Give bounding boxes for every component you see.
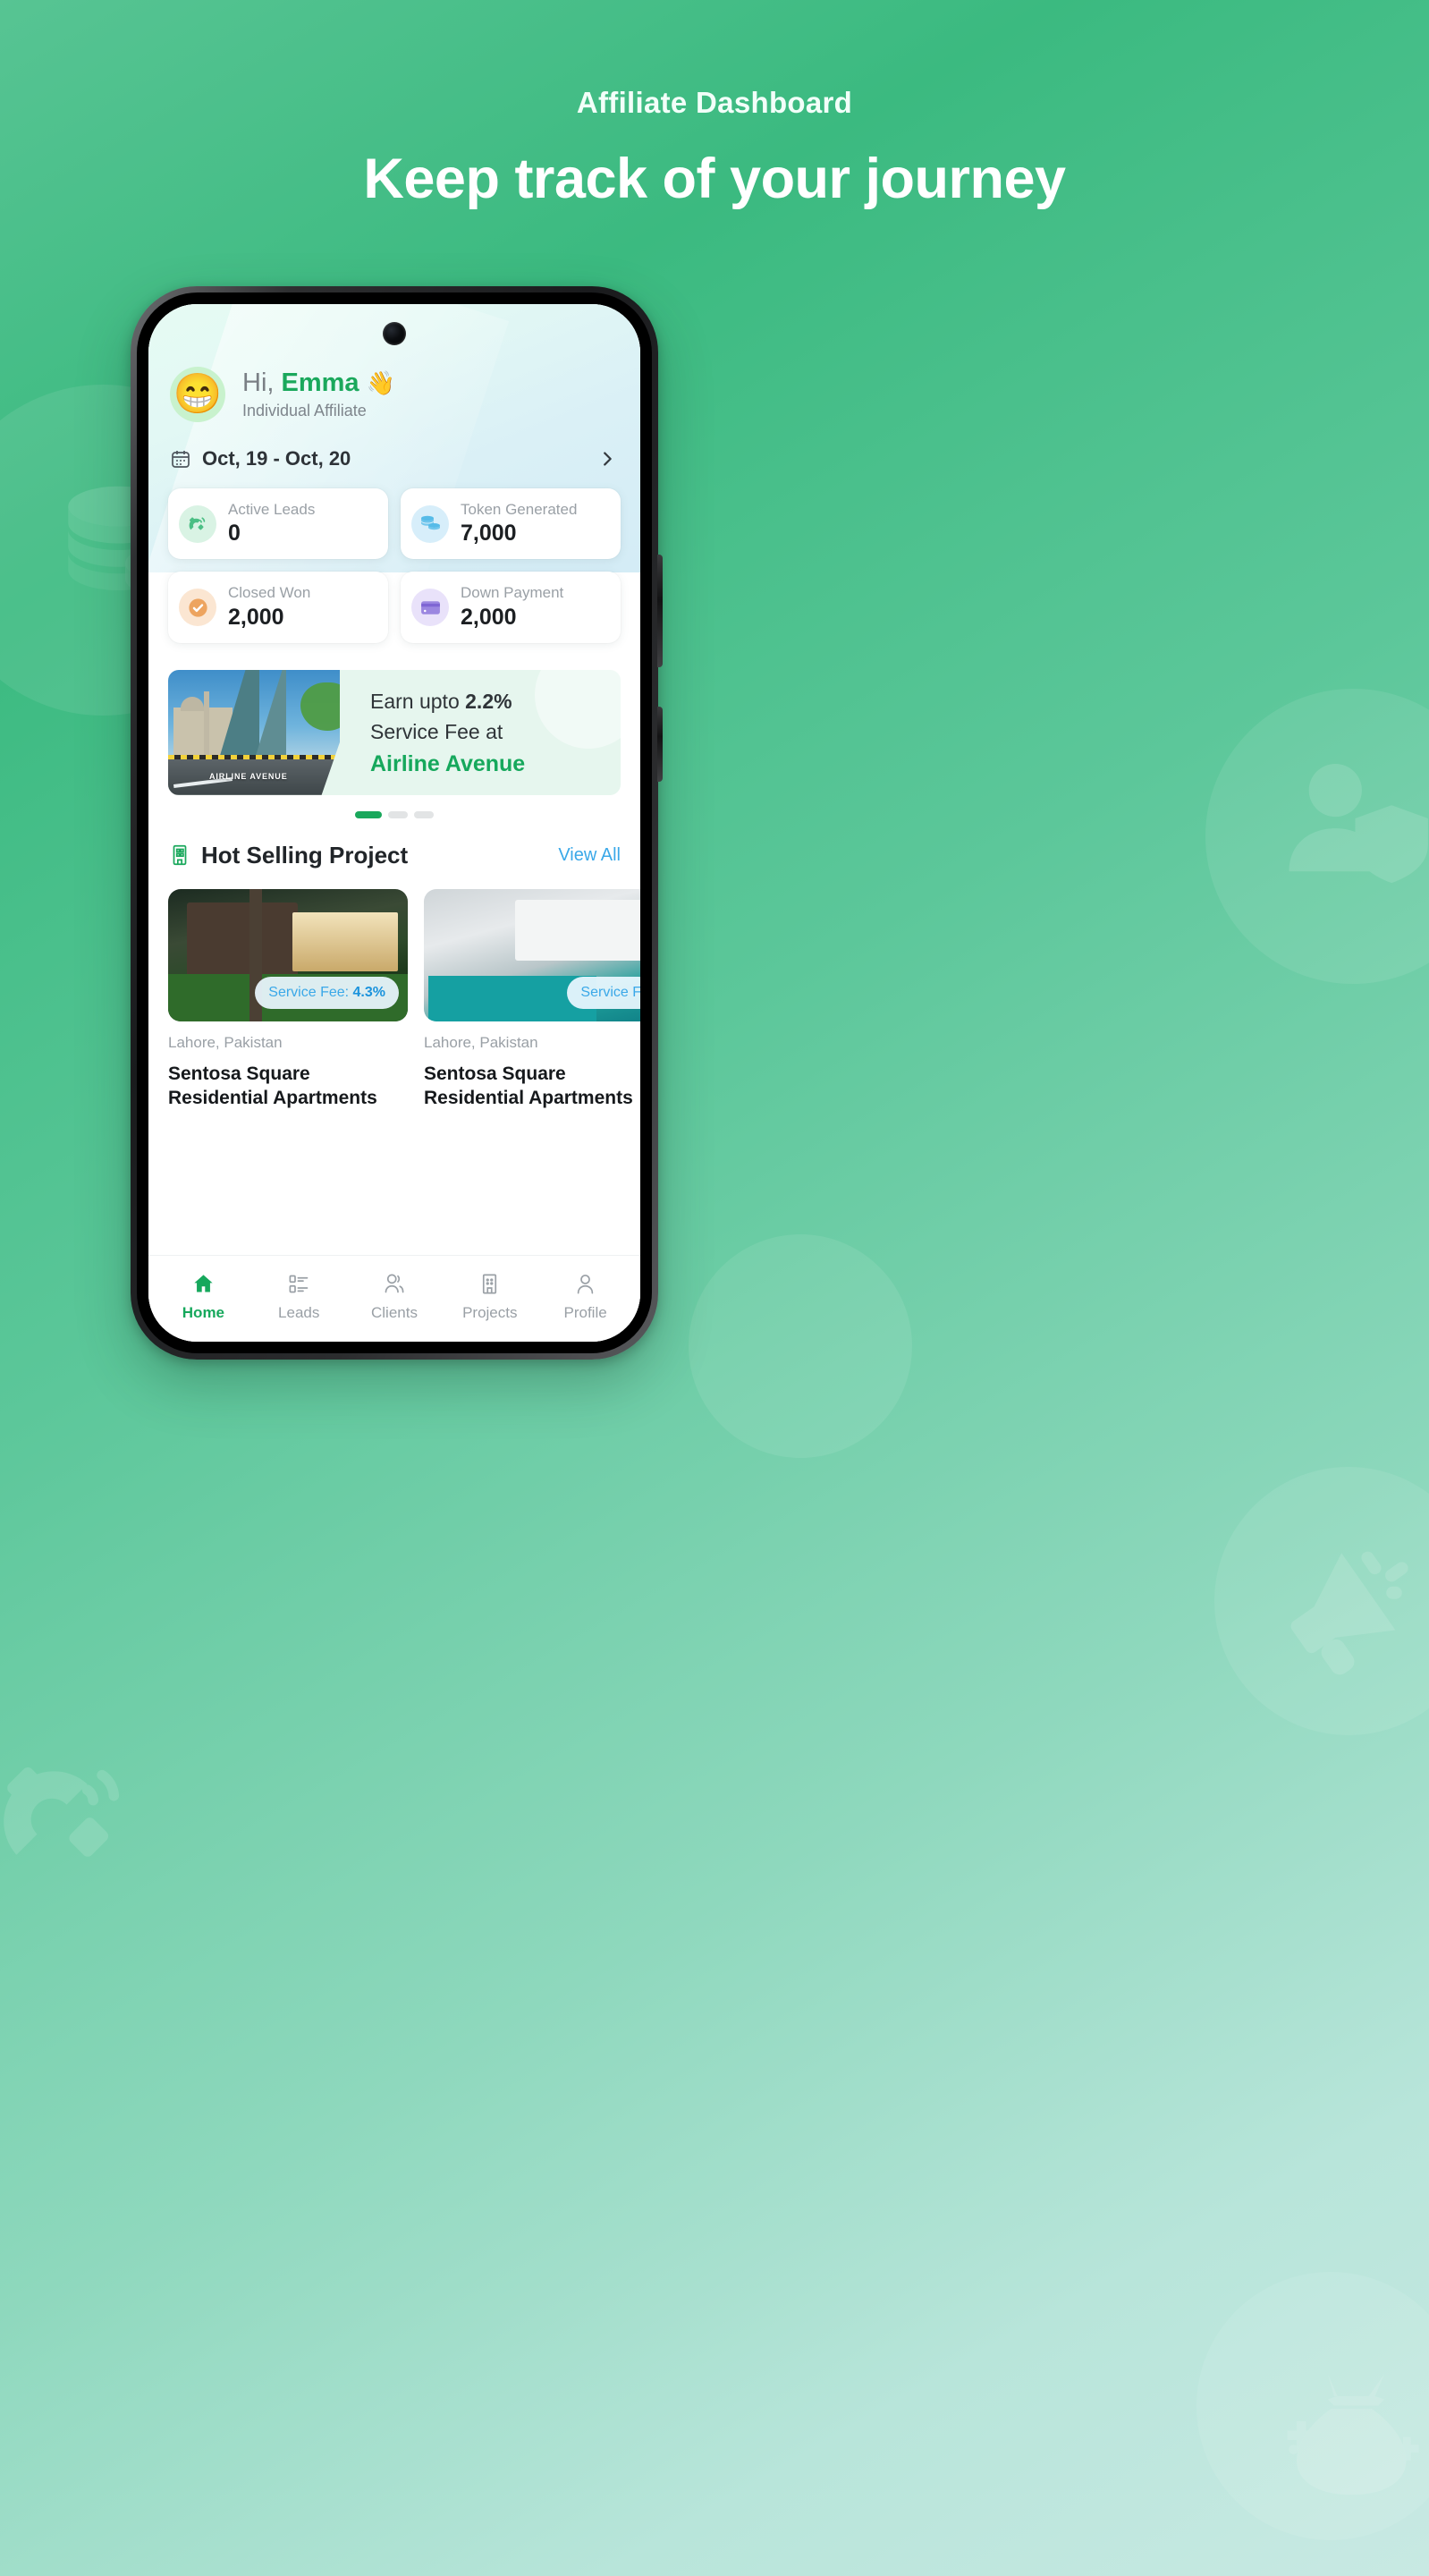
date-range-selector[interactable]: Oct, 19 - Oct, 20 (148, 422, 640, 470)
greeting-block: Hi, Emma 👋 Individual Affiliate (242, 369, 395, 419)
stat-label: Closed Won (228, 584, 311, 602)
fee-label: Service F (580, 984, 640, 1000)
nav-label: Leads (278, 1304, 320, 1321)
list-icon (289, 1275, 309, 1293)
view-all-link[interactable]: View All (558, 845, 621, 866)
eyebrow-text: Affiliate Dashboard (576, 86, 853, 119)
promo-rate-value: 2.2% (465, 690, 512, 714)
nav-item-leads[interactable]: Leads (251, 1272, 347, 1322)
promo-image-logo: AIRLINE AVENUE (209, 771, 288, 781)
carousel-indicators[interactable] (148, 810, 640, 818)
user-name: Emma (281, 369, 359, 398)
project-location: Lahore, Pakistan (168, 1033, 283, 1051)
stat-value: 2,000 (228, 604, 284, 630)
megaphone-watermark-icon (1290, 1551, 1408, 1675)
app-scroll-area[interactable]: 😁 Hi, Emma 👋 Individual Affiliate Oct, 1… (148, 304, 640, 1255)
greeting-line: Hi, Emma 👋 (242, 369, 395, 397)
bottom-navigation: Home Leads Clients Projects Profile (148, 1255, 640, 1342)
promo-banner-card[interactable]: AIRLINE AVENUE Earn upto 2.2% Service Fe… (168, 669, 621, 795)
hot-selling-section-header: Hot Selling Project View All (148, 818, 640, 869)
home-icon (194, 1275, 213, 1292)
avatar[interactable]: 😁 (170, 367, 225, 422)
stat-label: Down Payment (461, 584, 564, 602)
phone-mockup: 😁 Hi, Emma 👋 Individual Affiliate Oct, 1… (131, 286, 663, 1360)
building-icon (483, 1274, 497, 1294)
magnet-watermark-icon (4, 1767, 120, 1857)
service-fee-badge: Service Fee: 4.3% (255, 976, 399, 1009)
promo-line-2: Service Fee at (370, 719, 503, 743)
nav-item-profile[interactable]: Profile (537, 1272, 633, 1322)
decor-blob-bottom-right (1196, 2272, 1429, 2540)
project-image: Service F (424, 888, 640, 1021)
carousel-dot-2[interactable] (388, 810, 408, 818)
greeting-prefix: Hi, (242, 369, 282, 398)
promo-line1-prefix: Earn upto (370, 690, 466, 714)
avatar-emoji: 😁 (173, 372, 223, 416)
promo-banner-image: AIRLINE AVENUE (168, 669, 340, 795)
check-circle-icon (179, 589, 216, 627)
nav-item-projects[interactable]: Projects (442, 1272, 537, 1322)
front-camera-icon (383, 322, 406, 345)
project-card[interactable]: Service Fee: 4.3% Lahore, Pakistan Sento… (168, 888, 408, 1111)
chevron-right-icon[interactable] (597, 449, 617, 469)
stat-label: Token Generated (461, 501, 578, 518)
phone-screen: 😁 Hi, Emma 👋 Individual Affiliate Oct, 1… (148, 304, 640, 1342)
decor-blob-right-mid (1214, 1467, 1429, 1735)
stat-card-active-leads[interactable]: Active Leads 0 (168, 488, 388, 560)
project-image: Service Fee: 4.3% (168, 888, 408, 1021)
app-root: 😁 Hi, Emma 👋 Individual Affiliate Oct, 1… (148, 304, 640, 1342)
project-card[interactable]: Service F Lahore, Pakistan Sentosa Squar… (424, 888, 640, 1111)
stat-text: Token Generated 7,000 (461, 501, 577, 547)
nav-label: Clients (371, 1304, 418, 1321)
nav-label: Profile (563, 1304, 607, 1321)
coins-icon (411, 504, 449, 543)
person-icon (577, 1275, 594, 1294)
stat-card-down-payment[interactable]: Down Payment 2,000 (401, 572, 621, 643)
magnet-icon (179, 504, 216, 543)
stat-card-closed-won[interactable]: Closed Won 2,000 (168, 572, 388, 643)
stat-text: Closed Won 2,000 (228, 584, 310, 630)
stat-text: Down Payment 2,000 (461, 584, 563, 630)
project-location: Lahore, Pakistan (424, 1033, 538, 1051)
nav-label: Home (182, 1304, 225, 1321)
nav-item-home[interactable]: Home (156, 1272, 251, 1322)
section-title: Hot Selling Project (201, 841, 409, 869)
decor-blob-center (689, 1234, 912, 1458)
project-name: Sentosa Square Residential Apartments (168, 1063, 377, 1109)
users-icon (385, 1274, 404, 1293)
stat-label: Active Leads (228, 501, 316, 518)
stat-value: 0 (228, 521, 241, 547)
service-fee-badge: Service F (567, 976, 640, 1009)
building-icon (173, 845, 187, 866)
phone-frame: 😁 Hi, Emma 👋 Individual Affiliate Oct, 1… (131, 286, 663, 1360)
stat-value: 7,000 (461, 521, 517, 547)
volume-button[interactable] (657, 555, 663, 667)
stat-card-token-generated[interactable]: Token Generated 7,000 (401, 488, 621, 560)
stats-grid: Active Leads 0 Token Generated 7,000 Clo… (148, 470, 640, 643)
promo-header: Affiliate Dashboard Keep track of your j… (0, 86, 1429, 211)
wave-emoji-icon: 👋 (366, 369, 395, 397)
carousel-dot-3[interactable] (414, 810, 434, 818)
calendar-icon (172, 451, 190, 468)
carousel-dot-1[interactable] (355, 810, 382, 818)
power-button[interactable] (657, 707, 663, 782)
page-title: Keep track of your journey (363, 148, 1066, 210)
project-name: Sentosa Square Residential Apartments (424, 1063, 633, 1109)
nav-item-clients[interactable]: Clients (347, 1272, 443, 1322)
credit-card-icon (411, 589, 449, 627)
fee-value: 4.3% (352, 984, 385, 1000)
promo-line-1: Earn upto 2.2% (370, 687, 621, 716)
decor-blob-right (1205, 689, 1429, 984)
nav-label: Projects (462, 1304, 518, 1321)
stat-text: Active Leads 0 (228, 501, 315, 547)
project-card-list[interactable]: Service Fee: 4.3% Lahore, Pakistan Sento… (148, 869, 640, 1111)
user-shield-watermark-icon (1289, 763, 1428, 884)
promo-project-name: Airline Avenue (370, 751, 526, 777)
user-role: Individual Affiliate (242, 401, 367, 419)
promo-banner-text: Earn upto 2.2% Service Fee at Airline Av… (340, 670, 621, 795)
fee-label: Service Fee: (268, 984, 353, 1000)
date-range-text: Oct, 19 - Oct, 20 (202, 447, 351, 470)
stat-value: 2,000 (461, 604, 517, 630)
money-bag-watermark-icon (1287, 2374, 1419, 2496)
